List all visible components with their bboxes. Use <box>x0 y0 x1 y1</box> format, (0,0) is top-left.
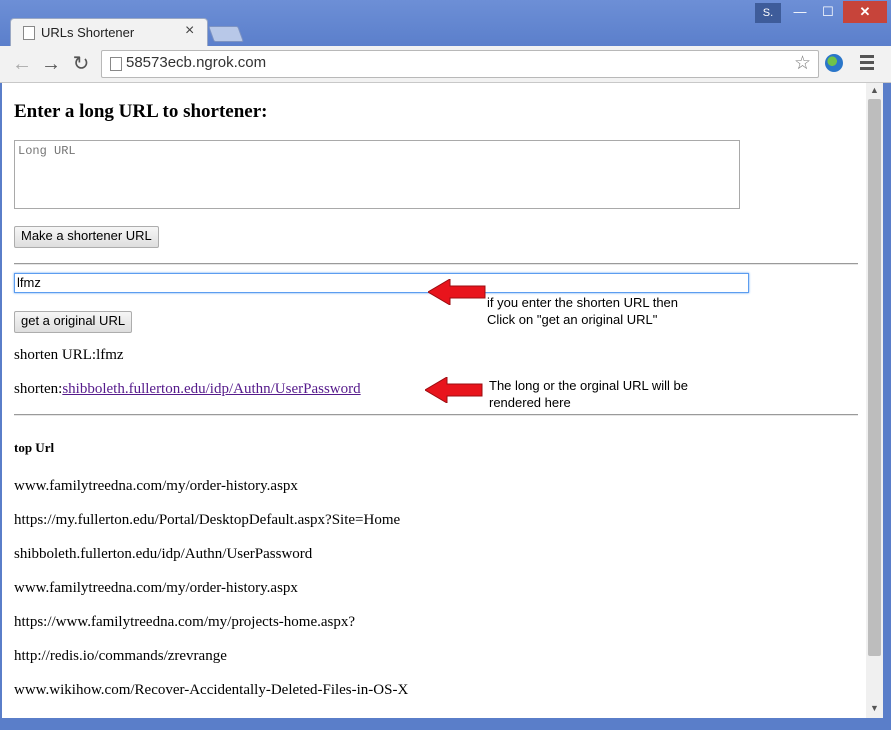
reload-button[interactable]: ↻ <box>69 52 93 76</box>
top-url-item: shibboleth.fullerton.edu/idp/Authn/UserP… <box>14 546 313 562</box>
scroll-down-arrow-icon[interactable]: ▼ <box>866 703 883 713</box>
back-button[interactable]: ← <box>10 52 34 76</box>
menu-icon[interactable] <box>860 55 874 73</box>
shorten-result: shorten:shibboleth.fullerton.edu/idp/Aut… <box>14 381 361 398</box>
forward-button[interactable]: → <box>39 52 63 76</box>
annotation-note-input: if you enter the shorten URL then Click … <box>487 294 678 328</box>
top-url-item: www.familytreedna.com/my/order-history.a… <box>14 580 298 596</box>
maximize-button[interactable]: ☐ <box>814 1 842 23</box>
long-url-textarea[interactable] <box>14 140 740 209</box>
page-viewport: Enter a long URL to shortener: Make a sh… <box>2 83 866 718</box>
annotation-arrow-left-icon <box>425 377 483 403</box>
page-heading: Enter a long URL to shortener: <box>14 101 268 122</box>
bookmark-star-icon[interactable]: ☆ <box>794 52 811 75</box>
short-url-input[interactable]: lfmz <box>14 273 749 293</box>
browser-toolbar: ← → ↻ 58573ecb.ngrok.com ☆ <box>0 46 891 83</box>
annotation-arrow-left-icon <box>428 279 486 305</box>
address-bar[interactable]: 58573ecb.ngrok.com ☆ <box>101 50 819 78</box>
user-profile-badge[interactable]: S. <box>755 3 781 23</box>
tab-title: URLs Shortener <box>41 25 135 40</box>
make-shortener-button[interactable]: Make a shortener URL <box>14 226 159 248</box>
annotation-line: if you enter the shorten URL then <box>487 295 679 310</box>
vertical-scrollbar[interactable]: ▲ ▼ <box>866 83 883 718</box>
browser-tab[interactable]: URLs Shortener × <box>10 18 208 47</box>
top-url-item: www.wikihow.com/Recover-Accidentally-Del… <box>14 682 409 698</box>
top-url-heading: top Url <box>14 440 55 455</box>
annotation-line: The long or the orginal URL will be <box>489 378 688 393</box>
address-text[interactable]: 58573ecb.ngrok.com <box>126 54 266 71</box>
shorten-label: shorten: <box>14 381 63 397</box>
page-icon <box>110 57 122 71</box>
page-icon <box>23 26 35 40</box>
annotation-note-output: The long or the orginal URL will be rend… <box>489 377 688 411</box>
new-tab-button[interactable] <box>208 26 244 42</box>
shorten-url-text: shorten URL:lfmz <box>14 347 124 363</box>
close-window-button[interactable]: ✕ <box>843 1 887 23</box>
title-bar: URLs Shortener × S. — ☐ ✕ <box>0 0 891 47</box>
top-url-item: www.familytreedna.com/my/order-history.a… <box>14 478 298 494</box>
top-url-item: https://my.fullerton.edu/Portal/DesktopD… <box>14 512 401 528</box>
tab-close-icon[interactable]: × <box>185 22 194 40</box>
divider <box>14 263 858 265</box>
annotation-line: Click on "get an original URL" <box>487 312 658 327</box>
annotation-line: rendered here <box>489 395 571 410</box>
window-bottom-frame <box>0 718 891 730</box>
original-url-link[interactable]: shibboleth.fullerton.edu/idp/Authn/UserP… <box>62 381 360 397</box>
globe-extension-icon[interactable] <box>825 54 843 72</box>
get-original-button[interactable]: get a original URL <box>14 311 133 333</box>
divider <box>14 414 858 416</box>
scroll-thumb[interactable] <box>868 99 881 656</box>
minimize-button[interactable]: — <box>786 1 814 23</box>
top-url-item: https://www.familytreedna.com/my/project… <box>14 614 356 630</box>
top-url-item: http://redis.io/commands/zrevrange <box>14 648 227 664</box>
scroll-up-arrow-icon[interactable]: ▲ <box>866 85 883 95</box>
